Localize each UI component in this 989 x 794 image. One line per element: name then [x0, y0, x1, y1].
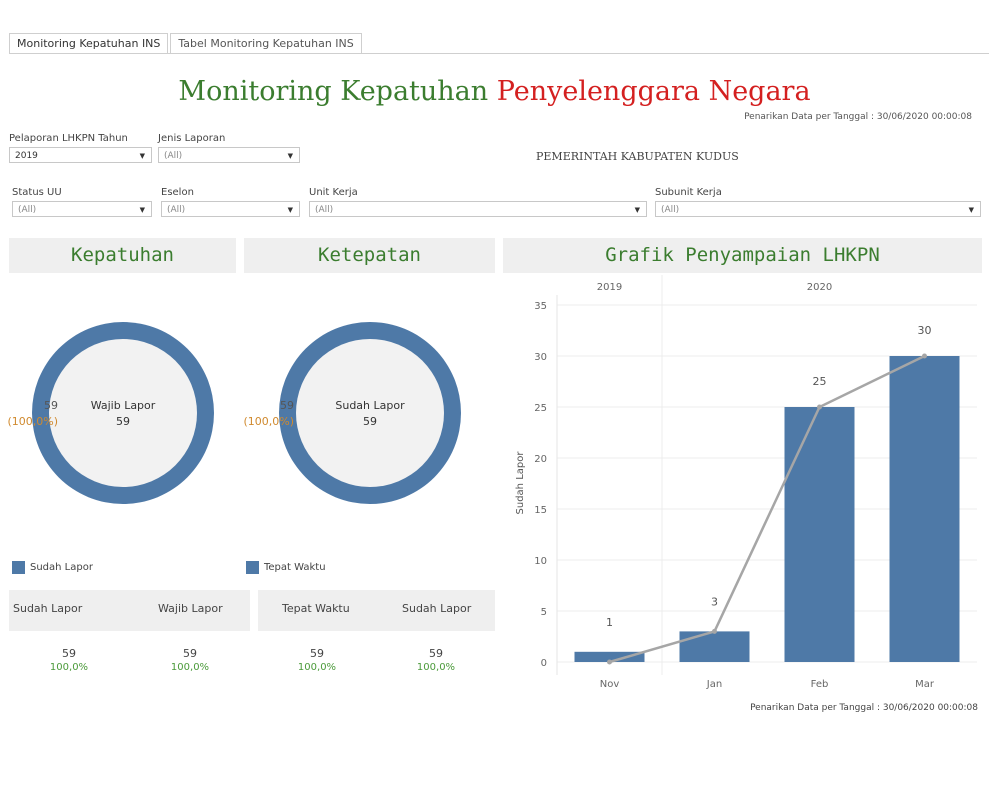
data-date-bottom: Penarikan Data per Tanggal : 30/06/2020 … [750, 703, 978, 713]
section-ketepatan-header: Ketepatan [244, 238, 495, 273]
filter-status-uu-label: Status UU [12, 187, 62, 198]
x-tick-label: Feb [811, 679, 829, 690]
legend-swatch [12, 561, 25, 574]
filter-status-uu: Status UU (All) ▼ [12, 187, 152, 217]
bar-feb [784, 407, 855, 662]
filter-unit-kerja-label: Unit Kerja [309, 187, 358, 198]
ketepatan-center-value: 59 [363, 415, 377, 428]
data-label: 25 [813, 375, 827, 388]
trend-point [922, 353, 927, 359]
chevron-down-icon: ▼ [139, 152, 145, 160]
ketepatan-donut-center: Sudah Lapor 59 [320, 398, 420, 430]
kepatuhan-legend-label: Sudah Lapor [30, 562, 93, 573]
trend-point [817, 404, 822, 410]
section-kepatuhan-header: Kepatuhan [9, 238, 236, 273]
penyampaian-bar-chart: 0 5 10 15 20 25 30 35 Sudah Lapor 2019 2020 1 Nov 3 Ja… [515, 275, 977, 690]
chevron-down-icon: ▼ [139, 206, 145, 214]
chevron-down-icon: ▼ [287, 152, 293, 160]
kepatuhan-val1: 59 [62, 647, 76, 660]
tab-bar: Monitoring Kepatuhan INS Tabel Monitorin… [9, 33, 989, 54]
data-label: 30 [918, 324, 932, 337]
bar-mar [889, 356, 960, 662]
kepatuhan-donut-center: Wajib Lapor 59 [73, 398, 173, 430]
filter-tahun-label: Pelaporan LHKPN Tahun [9, 133, 128, 144]
y-tick-label: 35 [534, 301, 547, 312]
chevron-down-icon: ▼ [968, 206, 974, 214]
page-title-part2: Penyelenggara Negara [496, 76, 811, 107]
data-date-top: Penarikan Data per Tanggal : 30/06/2020 … [744, 112, 972, 122]
x-tick-label: Jan [706, 679, 722, 690]
ketepatan-side-value: 59 (100,0%) [238, 398, 294, 430]
organization-name: PEMERINTAH KABUPATEN KUDUS [536, 150, 739, 163]
tab-monitoring[interactable]: Monitoring Kepatuhan INS [9, 33, 169, 53]
ketepatan-tepat-waktu-value: 59 100,0% [287, 647, 347, 675]
ketepatan-val2: 59 [429, 647, 443, 660]
x-tick-label: Nov [600, 679, 620, 690]
kepatuhan-side-count: 59 [44, 399, 58, 412]
kepatuhan-pct2: 100,0% [170, 662, 210, 673]
y-tick-label: 5 [541, 607, 547, 618]
data-label: 1 [606, 616, 613, 629]
kepatuhan-center-label: Wajib Lapor [90, 399, 156, 412]
year-header-2019: 2019 [597, 282, 622, 293]
page-title-part1: Monitoring Kepatuhan [178, 76, 489, 107]
filter-unit-kerja-select[interactable]: (All) ▼ [309, 201, 647, 217]
chevron-down-icon: ▼ [634, 206, 640, 214]
ketepatan-pct2: 100,0% [416, 662, 456, 673]
trend-point [712, 628, 717, 634]
kepatuhan-val2: 59 [183, 647, 197, 660]
filter-subunit-kerja-select[interactable]: (All) ▼ [655, 201, 981, 217]
filter-subunit-kerja-label: Subunit Kerja [655, 187, 722, 198]
ketepatan-col2-header: Sudah Lapor [402, 602, 472, 615]
kepatuhan-col1-header: Sudah Lapor [13, 602, 83, 615]
filter-eselon-select[interactable]: (All) ▼ [161, 201, 300, 217]
tab-tabel-monitoring[interactable]: Tabel Monitoring Kepatuhan INS [170, 33, 362, 53]
kepatuhan-summary-header: Sudah Lapor Wajib Lapor [9, 590, 250, 631]
ketepatan-legend: Tepat Waktu [246, 561, 326, 574]
filter-jenis-label: Jenis Laporan [158, 133, 226, 144]
data-label: 3 [711, 595, 718, 608]
filter-subunit-kerja: Subunit Kerja (All) ▼ [655, 187, 981, 217]
kepatuhan-col2-header: Wajib Lapor [158, 602, 223, 615]
filter-eselon: Eselon (All) ▼ [161, 187, 300, 217]
ketepatan-val1: 59 [310, 647, 324, 660]
ketepatan-pct1: 100,0% [297, 662, 337, 673]
filter-tahun: Pelaporan LHKPN Tahun 2019 ▼ [9, 133, 152, 163]
kepatuhan-sudah-lapor-value: 59 100,0% [39, 647, 99, 675]
y-tick-label: 20 [534, 454, 547, 465]
kepatuhan-center-value: 59 [116, 415, 130, 428]
y-axis-label: Sudah Lapor [515, 451, 526, 515]
kepatuhan-side-pct: (100,0%) [7, 415, 58, 428]
y-tick-label: 10 [534, 556, 547, 567]
kepatuhan-legend: Sudah Lapor [12, 561, 93, 574]
y-tick-label: 25 [534, 403, 547, 414]
ketepatan-legend-label: Tepat Waktu [264, 562, 326, 573]
bar-jan [679, 631, 750, 662]
ketepatan-center-label: Sudah Lapor [335, 399, 405, 412]
kepatuhan-side-value: 59 (100,0%) [3, 398, 58, 430]
x-tick-label: Mar [915, 679, 935, 690]
filter-jenis-select[interactable]: (All) ▼ [158, 147, 300, 163]
filter-jenis: Jenis Laporan (All) ▼ [158, 133, 300, 163]
page-title: Monitoring Kepatuhan Penyelenggara Negar… [0, 76, 989, 107]
legend-swatch [246, 561, 259, 574]
kepatuhan-wajib-lapor-value: 59 100,0% [160, 647, 220, 675]
y-tick-label: 0 [541, 658, 547, 669]
ketepatan-summary-header: Tepat Waktu Sudah Lapor [258, 590, 495, 631]
kepatuhan-pct1: 100,0% [49, 662, 89, 673]
section-grafik-header: Grafik Penyampaian LHKPN [503, 238, 982, 273]
trend-point [607, 659, 612, 665]
ketepatan-sudah-lapor-value: 59 100,0% [406, 647, 466, 675]
filter-tahun-select[interactable]: 2019 ▼ [9, 147, 152, 163]
filter-eselon-label: Eselon [161, 187, 194, 198]
ketepatan-side-pct: (100,0%) [243, 415, 294, 428]
filter-unit-kerja: Unit Kerja (All) ▼ [309, 187, 647, 217]
ketepatan-col1-header: Tepat Waktu [282, 602, 350, 615]
y-tick-label: 30 [534, 352, 547, 363]
y-tick-label: 15 [534, 505, 547, 516]
year-header-2020: 2020 [807, 282, 832, 293]
filter-status-uu-select[interactable]: (All) ▼ [12, 201, 152, 217]
chevron-down-icon: ▼ [287, 206, 293, 214]
ketepatan-side-count: 59 [280, 399, 294, 412]
